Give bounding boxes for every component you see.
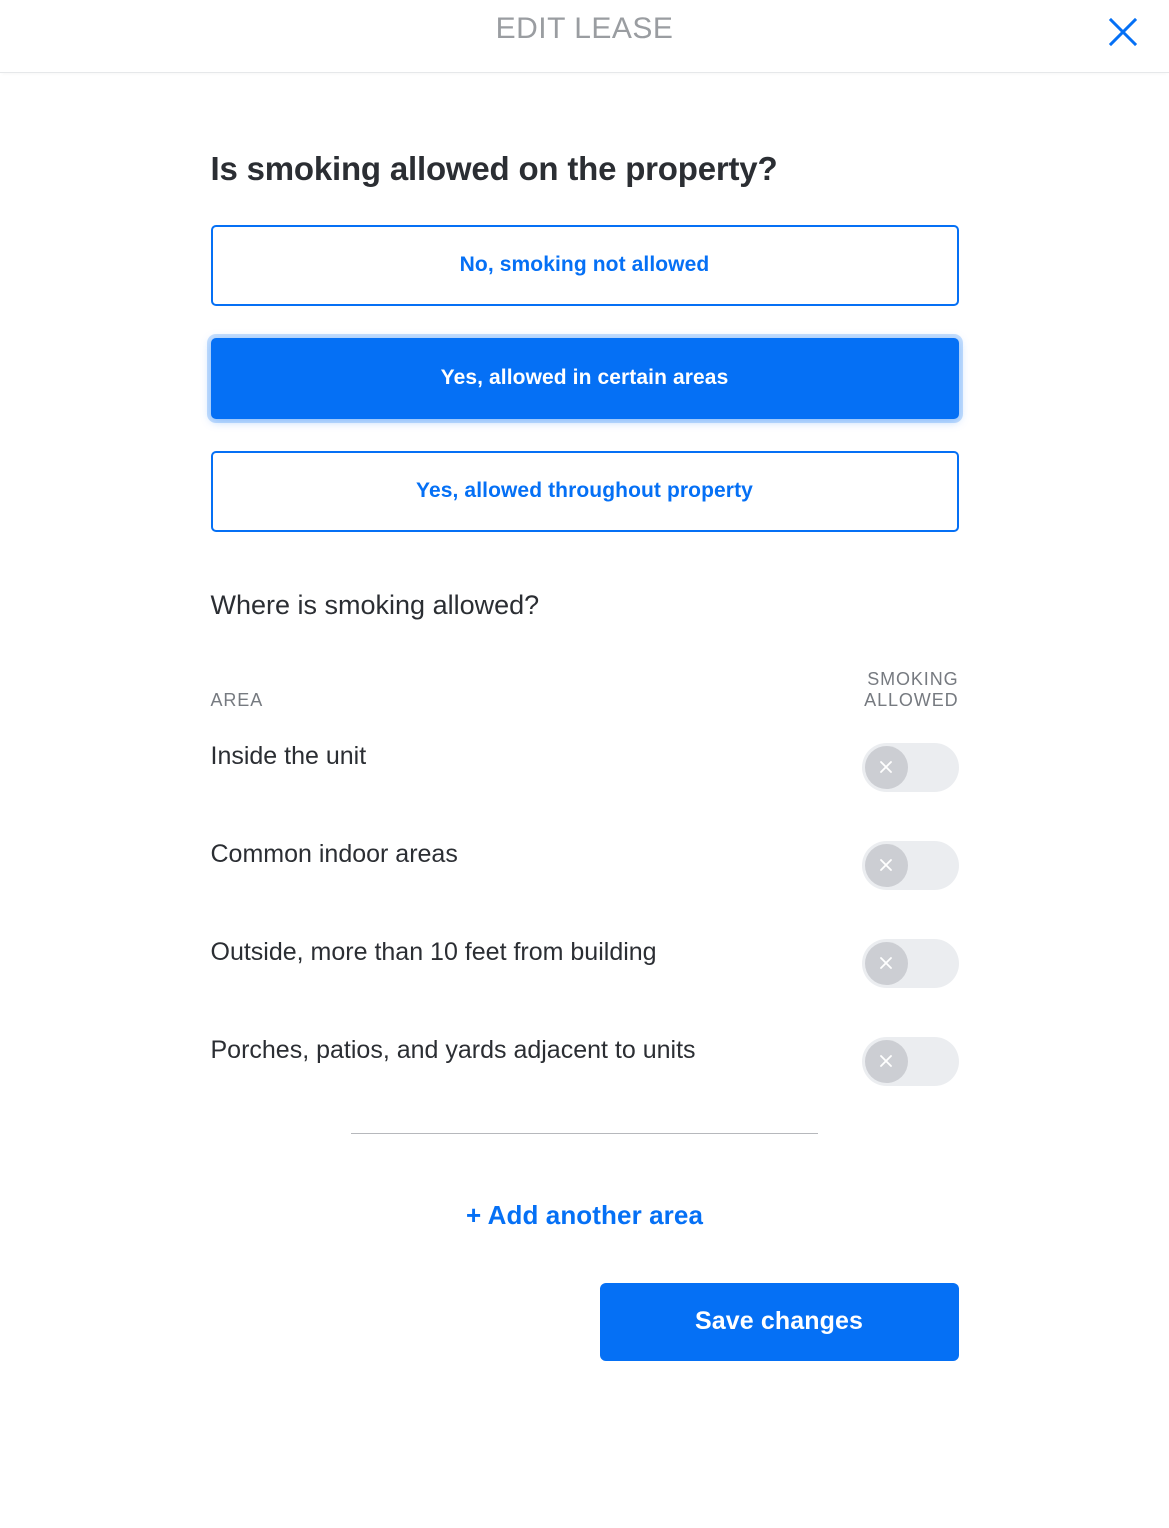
toggle-smoking-porches-patios-yards[interactable] bbox=[861, 1036, 959, 1086]
toggle-smoking-common-indoor[interactable] bbox=[861, 840, 959, 890]
table-header-row: AREA SMOKING ALLOWED bbox=[211, 669, 959, 733]
area-label-porches-patios-yards: Porches, patios, and yards adjacent to u… bbox=[210, 1035, 696, 1064]
area-label-outside-10-feet: Outside, more than 10 feet from building bbox=[210, 937, 657, 966]
table-row: Common indoor areas bbox=[211, 831, 959, 929]
x-icon bbox=[864, 745, 908, 789]
table-row: Porches, patios, and yards adjacent to u… bbox=[211, 1027, 959, 1086]
add-another-area-button[interactable]: + Add another area bbox=[466, 1200, 703, 1231]
column-header-smoking-allowed: SMOKING ALLOWED bbox=[864, 668, 959, 710]
area-label-inside-unit: Inside the unit bbox=[210, 741, 367, 770]
add-area-row: + Add another area bbox=[211, 1200, 959, 1231]
save-changes-button[interactable]: Save changes bbox=[599, 1282, 959, 1361]
close-button[interactable] bbox=[1099, 8, 1147, 56]
x-icon bbox=[864, 941, 908, 985]
close-icon bbox=[1108, 17, 1138, 47]
table-row: Inside the unit bbox=[211, 733, 959, 831]
smoking-areas-table: AREA SMOKING ALLOWED Inside the unit Com… bbox=[211, 669, 959, 1086]
x-icon bbox=[864, 843, 908, 887]
question-heading: Is smoking allowed on the property? bbox=[210, 150, 778, 187]
save-row: Save changes bbox=[211, 1282, 959, 1361]
modal-body: Is smoking allowed on the property? No, … bbox=[0, 73, 1169, 1361]
option-certain-areas[interactable]: Yes, allowed in certain areas bbox=[210, 337, 959, 419]
toggle-cell bbox=[799, 831, 959, 929]
option-throughout-property[interactable]: Yes, allowed throughout property bbox=[210, 450, 959, 532]
modal-header: EDIT LEASE bbox=[0, 0, 1169, 73]
section-divider bbox=[351, 1132, 818, 1134]
form-content: Is smoking allowed on the property? No, … bbox=[210, 73, 959, 1361]
toggle-cell bbox=[799, 1027, 959, 1086]
page-title: EDIT LEASE bbox=[495, 12, 674, 45]
option-no-smoking[interactable]: No, smoking not allowed bbox=[210, 224, 959, 306]
sub-question: Where is smoking allowed? bbox=[210, 589, 540, 620]
toggle-cell bbox=[799, 929, 959, 1027]
x-icon bbox=[864, 1039, 908, 1083]
column-header-area: AREA bbox=[210, 689, 264, 710]
table-row: Outside, more than 10 feet from building bbox=[211, 929, 959, 1027]
toggle-smoking-outside-10-feet[interactable] bbox=[861, 938, 959, 988]
toggle-cell bbox=[799, 733, 959, 831]
area-label-common-indoor: Common indoor areas bbox=[210, 839, 458, 868]
toggle-smoking-inside-unit[interactable] bbox=[861, 742, 959, 792]
